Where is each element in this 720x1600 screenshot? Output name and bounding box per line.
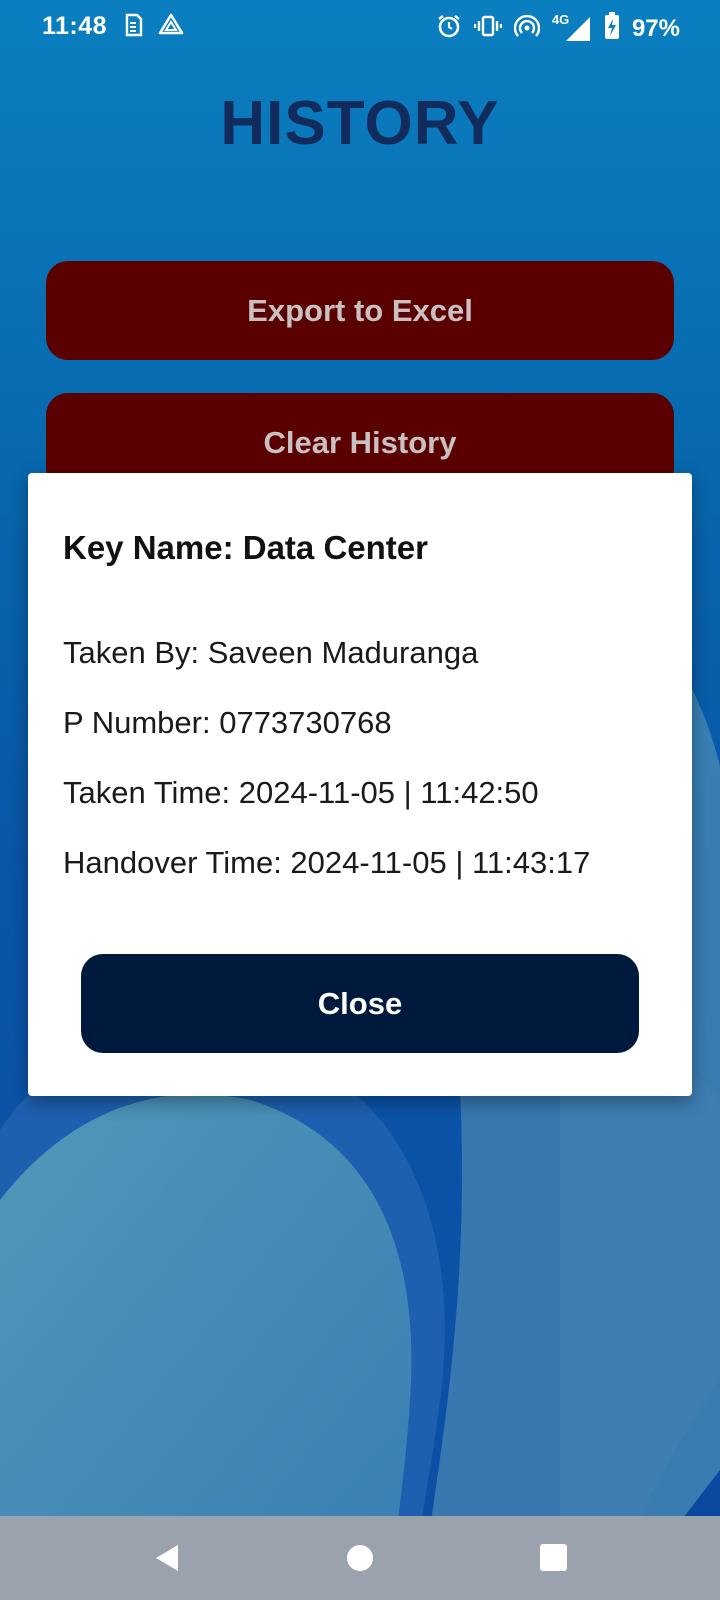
status-right-icons: 4G 97%: [436, 12, 680, 45]
phone-number-text: P Number: 0773730768: [63, 705, 392, 740]
battery-percentage: 97%: [631, 14, 680, 42]
signal-icon: 4G: [552, 12, 592, 43]
handover-time-text: Handover Time: 2024-11-05 | 11:43:17: [63, 845, 591, 880]
history-detail-dialog: Key Name: Data Center Taken By: Saveen M…: [28, 473, 692, 1096]
vibrate-icon: [473, 13, 503, 44]
alarm-icon: [436, 13, 462, 44]
navigation-bar: [0, 1516, 720, 1600]
close-button[interactable]: Close: [81, 954, 639, 1053]
status-bar: 11:48 4G 97%: [0, 0, 720, 56]
back-icon[interactable]: [146, 1538, 186, 1578]
sim-card-icon: [122, 12, 144, 43]
page-title: HISTORY: [220, 89, 500, 158]
hotspot-icon: [513, 13, 541, 44]
recents-icon[interactable]: [534, 1538, 574, 1578]
battery-charging-icon: [604, 12, 620, 45]
status-time: 11:48: [42, 12, 108, 40]
taken-by-text: Taken By: Saveen Maduranga: [63, 635, 479, 670]
export-to-excel-button[interactable]: Export to Excel: [46, 261, 674, 360]
taken-time-text: Taken Time: 2024-11-05 | 11:42:50: [63, 775, 539, 810]
dialog-title: Key Name: Data Center: [63, 529, 428, 566]
home-icon[interactable]: [340, 1538, 380, 1578]
drive-icon: [158, 12, 184, 43]
status-left-icons: [122, 12, 184, 43]
